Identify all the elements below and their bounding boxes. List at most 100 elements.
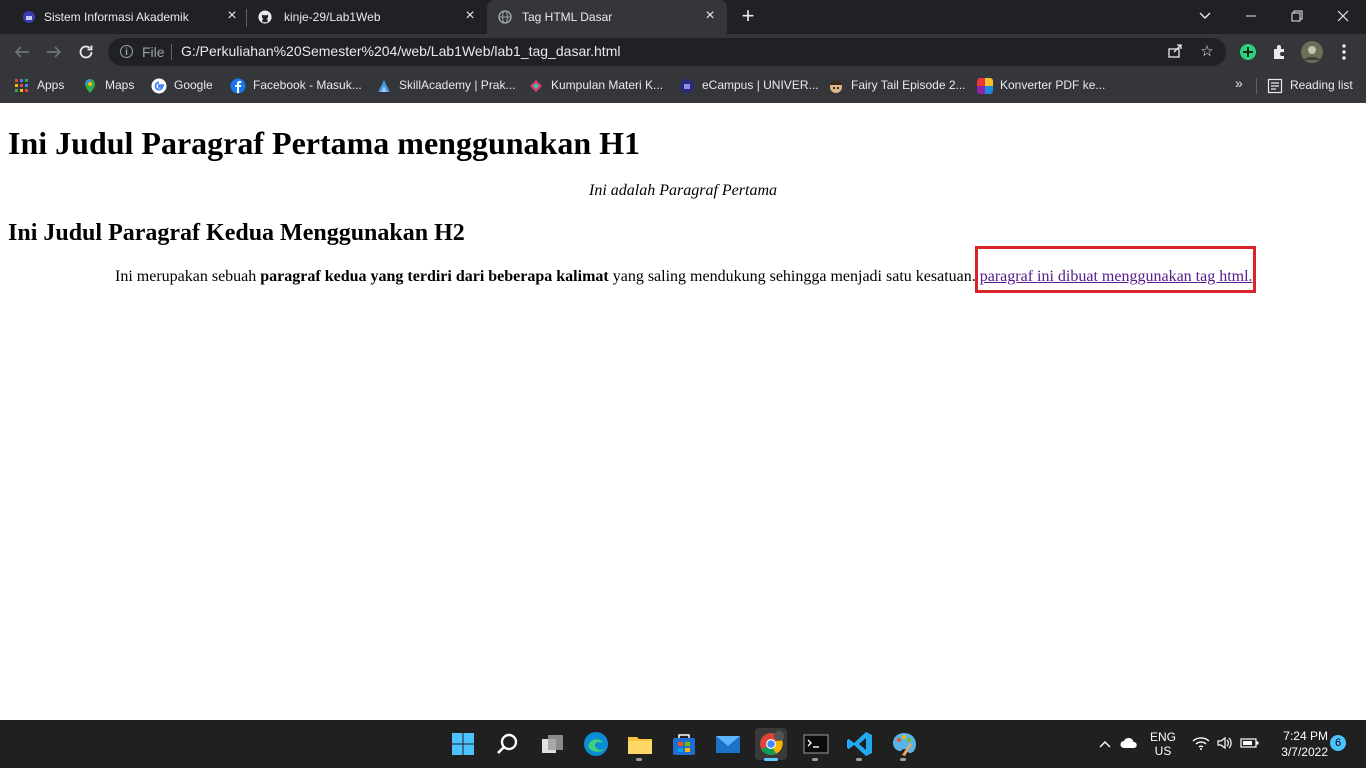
task-view-icon[interactable] (537, 728, 569, 760)
minimize-icon (1246, 15, 1256, 17)
running-indicator (900, 758, 906, 761)
bookmark-ecampus[interactable]: eCampus | UNIVER... (679, 77, 819, 95)
bookmark-maps[interactable]: Maps (82, 77, 142, 95)
onedrive-cloud-icon[interactable] (1120, 736, 1138, 750)
info-icon[interactable]: i (120, 45, 133, 58)
bookmark-label: Facebook - Masuk... (253, 78, 362, 92)
bookmark-apps[interactable]: Apps (14, 77, 74, 95)
kebab-menu-icon[interactable] (1334, 42, 1354, 62)
bookmark-label: Google (174, 78, 213, 92)
chevron-down-icon (1199, 12, 1211, 19)
wifi-icon[interactable] (1192, 736, 1210, 750)
bookmark-star-icon[interactable]: ☆ (1198, 43, 1216, 61)
tab-strip: Sistem Informasi Akademik × kinje-29/Lab… (0, 0, 1366, 34)
file-explorer-icon (628, 737, 652, 754)
heading-h2: Ini Judul Paragraf Kedua Menggunakan H2 (8, 220, 465, 246)
windows-taskbar: ENG US 7:24 PM 3/7/2022 6 (0, 720, 1366, 768)
battery-icon[interactable] (1240, 736, 1260, 750)
apps-grid-icon (15, 79, 28, 92)
running-indicator (636, 758, 642, 761)
address-bar[interactable]: i File G:/Perkuliahan%20Semester%204/web… (108, 38, 1226, 66)
tab-search-button[interactable] (1182, 0, 1228, 32)
minimize-button[interactable] (1228, 0, 1274, 32)
materi-icon (530, 80, 542, 92)
bookmark-skillacademy[interactable]: SkillAcademy | Prak... (376, 77, 516, 95)
arrow-left-icon (14, 46, 29, 58)
restore-icon (1291, 10, 1303, 22)
bookmark-label: Apps (37, 78, 65, 92)
close-icon[interactable]: × (702, 8, 718, 24)
bookmarks-overflow-button[interactable]: » (1235, 75, 1247, 93)
heading-h1: Ini Judul Paragraf Pertama menggunakan H… (8, 125, 641, 161)
reload-button[interactable] (74, 40, 98, 64)
time-text: 7:24 PM (1283, 729, 1328, 743)
bookmarks-bar: Apps Maps Google Facebook - Masuk... Ski… (0, 70, 1366, 103)
extension-add-icon[interactable] (1238, 42, 1258, 62)
close-icon (1337, 10, 1349, 22)
tab-tag-html-dasar[interactable]: Tag HTML Dasar × (487, 0, 727, 34)
running-indicator (812, 758, 818, 761)
bookmark-fairy-tail[interactable]: Fairy Tail Episode 2... (828, 77, 968, 95)
paragraph-text-start: Ini merupakan sebuah (115, 268, 261, 285)
date-text: 3/7/2022 (1281, 745, 1328, 759)
notification-badge[interactable]: 6 (1330, 735, 1346, 751)
close-icon[interactable]: × (462, 8, 478, 24)
bookmarks-separator (1256, 78, 1257, 94)
globe-icon (498, 10, 512, 24)
avatar[interactable] (1301, 41, 1323, 63)
university-icon (23, 11, 35, 23)
close-icon[interactable]: × (224, 8, 240, 24)
url-text[interactable]: G:/Perkuliahan%20Semester%204/web/Lab1We… (181, 43, 620, 59)
chrome-icon (760, 731, 784, 755)
vscode-button[interactable] (844, 728, 876, 761)
store-icon[interactable] (668, 728, 700, 760)
tab-sistem-informasi[interactable]: Sistem Informasi Akademik × (8, 0, 246, 34)
bookmark-label: eCampus | UNIVER... (702, 78, 819, 92)
chrome-button[interactable] (755, 728, 787, 761)
facebook-icon (230, 78, 246, 94)
bookmark-konverter-pdf[interactable]: Konverter PDF ke... (977, 77, 1117, 95)
pdf-converter-icon (977, 78, 993, 94)
reading-list-button[interactable]: Reading list (1267, 77, 1362, 95)
skillacademy-icon (378, 80, 390, 92)
language-indicator[interactable]: ENG US (1150, 730, 1176, 758)
new-tab-button[interactable]: + (737, 5, 759, 28)
mail-icon[interactable] (712, 728, 744, 760)
paint-button[interactable] (888, 728, 920, 761)
share-icon[interactable] (1166, 43, 1184, 61)
vscode-icon (847, 732, 872, 756)
windows-start-icon[interactable] (447, 728, 479, 760)
edge-icon[interactable] (580, 728, 612, 760)
highlight-annotation-box (975, 246, 1256, 293)
terminal-button[interactable] (800, 728, 832, 761)
restore-button[interactable] (1274, 0, 1320, 32)
search-icon[interactable] (492, 728, 524, 760)
close-window-button[interactable] (1320, 0, 1366, 32)
puzzle-icon[interactable] (1270, 42, 1290, 62)
bookmark-google[interactable]: Google (151, 77, 221, 95)
omnibox-separator (171, 44, 172, 60)
bookmark-label: Kumpulan Materi K... (551, 78, 664, 92)
language-code: ENG (1150, 730, 1177, 744)
scheme-label: File (142, 44, 165, 60)
google-icon (151, 78, 167, 94)
ecampus-icon (680, 79, 694, 93)
clock[interactable]: 7:24 PM 3/7/2022 (1266, 729, 1328, 759)
tab-title: Sistem Informasi Akademik (44, 10, 189, 24)
running-indicator (764, 758, 778, 761)
volume-icon[interactable] (1216, 736, 1234, 750)
tab-github[interactable]: kinje-29/Lab1Web × (248, 0, 486, 34)
maps-pin-icon (85, 79, 95, 93)
file-explorer-button[interactable] (624, 728, 656, 761)
bookmark-kumpulan-materi[interactable]: Kumpulan Materi K... (528, 77, 668, 95)
tab-separator (246, 9, 247, 27)
bookmark-facebook[interactable]: Facebook - Masuk... (230, 77, 365, 95)
back-button[interactable] (10, 40, 34, 64)
chevron-up-icon[interactable] (1098, 738, 1112, 750)
reading-list-icon (1267, 78, 1283, 94)
arrow-right-icon (47, 46, 62, 58)
paragraph-first: Ini adalah Paragraf Pertama (589, 182, 777, 199)
forward-button[interactable] (42, 40, 66, 64)
tab-title: Tag HTML Dasar (522, 10, 613, 24)
paint-icon (893, 733, 916, 756)
